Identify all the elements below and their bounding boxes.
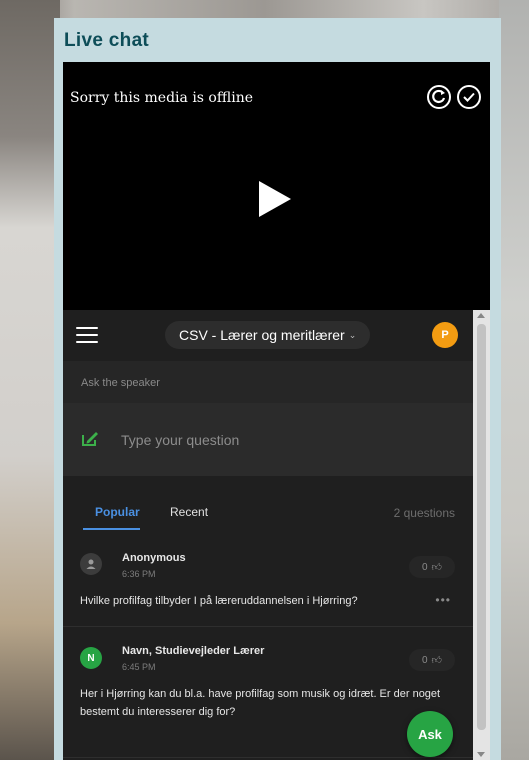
chevron-down-icon: ⌄ <box>348 329 357 340</box>
author-avatar: N <box>80 647 102 669</box>
menu-icon[interactable] <box>76 327 98 343</box>
question-tabs: Popular Recent 2 questions <box>63 476 473 538</box>
media-offline-text: Sorry this media is offline <box>70 90 254 106</box>
background-wall-left <box>0 0 60 760</box>
tab-popular[interactable]: Popular <box>95 505 140 519</box>
background-wall-right <box>499 0 529 760</box>
play-icon[interactable] <box>259 181 291 217</box>
scroll-up-icon[interactable] <box>477 313 485 318</box>
scrollbar[interactable] <box>473 310 490 760</box>
like-count: 0 <box>421 561 428 573</box>
user-avatar[interactable]: P <box>432 322 458 348</box>
app-topbar: CSV - Lærer og meritlærer ⌄ P <box>63 310 473 361</box>
question-input[interactable]: Type your question <box>121 432 239 448</box>
thumbs-up-icon: 👍︎ <box>431 655 442 666</box>
tab-recent[interactable]: Recent <box>170 505 208 519</box>
anonymous-avatar-icon <box>80 553 102 575</box>
ask-section-header: Ask the speaker <box>63 361 473 403</box>
slido-app: CSV - Lærer og meritlærer ⌄ P Ask the sp… <box>63 310 490 760</box>
question-time: 6:36 PM <box>122 569 156 579</box>
like-button[interactable]: 0 👍︎ <box>409 649 455 671</box>
edit-icon <box>81 431 99 452</box>
event-selector-label: CSV - Lærer og meritlærer <box>179 327 345 343</box>
question-text: Her i Hjørring kan du bl.a. have profilf… <box>80 688 441 718</box>
like-count: 0 <box>421 654 428 666</box>
question-text: Hvilke profilfag tilbyder I på lærerudda… <box>80 595 358 607</box>
active-tab-indicator <box>83 528 140 530</box>
media-player[interactable]: Sorry this media is offline <box>63 62 490 310</box>
question-count: 2 questions <box>393 506 455 520</box>
ask-label: Ask the speaker <box>81 377 160 389</box>
thumbs-up-icon: 👍︎ <box>431 562 442 573</box>
more-options-icon[interactable]: ••• <box>435 593 451 607</box>
ask-button[interactable]: Ask <box>407 711 453 757</box>
list-item: Anonymous 6:36 PM 0 👍︎ Hvilke profilfag … <box>63 538 473 627</box>
like-button[interactable]: 0 👍︎ <box>409 556 455 578</box>
check-circle-icon[interactable] <box>456 84 482 115</box>
panel-title: Live chat <box>64 30 150 51</box>
question-author: Navn, Studievejleder Lærer <box>122 645 265 657</box>
event-selector[interactable]: CSV - Lærer og meritlærer ⌄ <box>165 321 371 349</box>
question-author: Anonymous <box>122 552 186 564</box>
replay-icon[interactable] <box>426 84 452 115</box>
media-controls <box>426 84 482 115</box>
live-chat-panel: Live chat Sorry this media is offline CS… <box>54 18 501 760</box>
scroll-down-icon[interactable] <box>477 752 485 757</box>
question-time: 6:45 PM <box>122 662 156 672</box>
scroll-thumb[interactable] <box>477 324 486 730</box>
question-input-box[interactable]: Type your question <box>63 403 473 476</box>
